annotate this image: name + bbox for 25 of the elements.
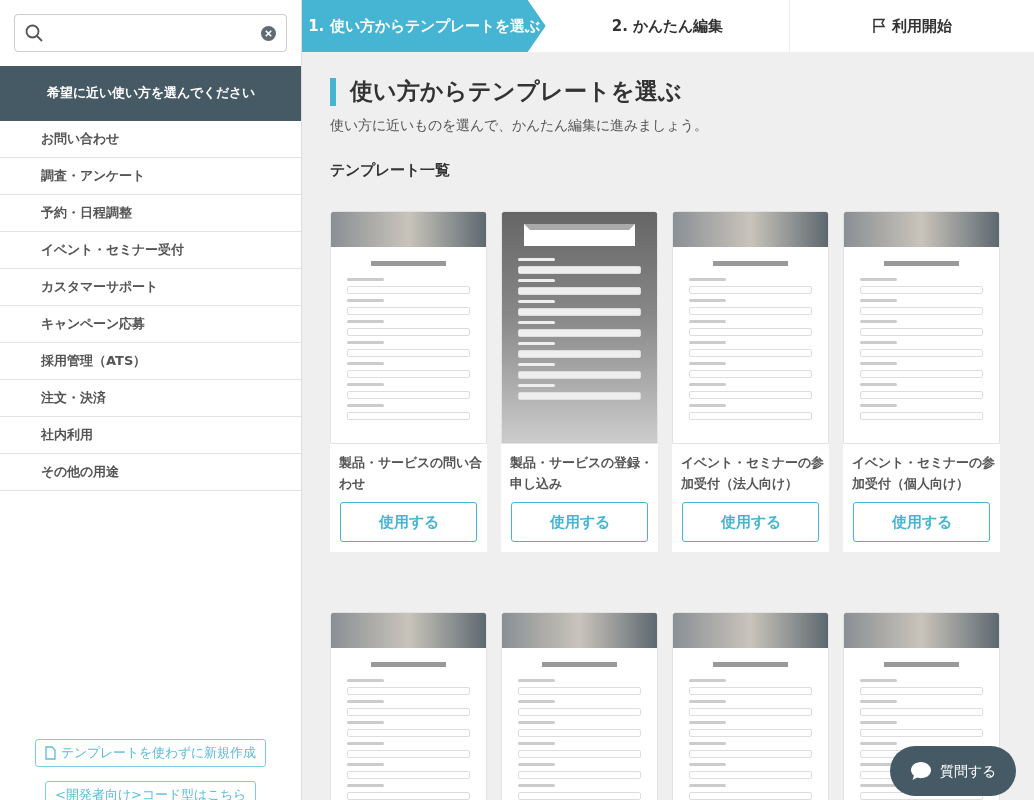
sidebar-item[interactable]: お問い合わせ (0, 121, 301, 158)
sidebar-item[interactable]: 注文・決済 (0, 380, 301, 417)
sidebar-item[interactable]: 調査・アンケート (0, 158, 301, 195)
template-name: イベント・セミナーの参加受付（個人向け） (851, 453, 996, 493)
sidebar-item[interactable]: その他の用途 (0, 454, 301, 491)
template-name: イベント・セミナーの参加受付（法人向け） (680, 453, 825, 493)
sidebar-item[interactable]: 予約・日程調整 (0, 195, 301, 232)
page-title: 使い方からテンプレートを選ぶ (330, 78, 1006, 106)
template-name: 製品・サービスの問い合わせ (338, 453, 483, 493)
search-field[interactable] (14, 14, 287, 52)
sidebar-item[interactable]: 採用管理（ATS） (0, 343, 301, 380)
sidebar-item[interactable]: カスタマーサポート (0, 269, 301, 306)
sidebar-item[interactable]: イベント・セミナー受付 (0, 232, 301, 269)
page-subtitle: 使い方に近いものを選んで、かんたん編集に進みましょう。 (330, 115, 709, 135)
chat-button[interactable]: 質問する (890, 746, 1016, 796)
sidebar-item[interactable]: キャンペーン応募 (0, 306, 301, 343)
template-name: 製品・サービスの登録・申し込み (509, 453, 654, 493)
speech-bubble-icon (910, 761, 932, 781)
sidebar-item[interactable]: 社内利用 (0, 417, 301, 454)
document-icon (45, 745, 56, 760)
flag-icon (872, 18, 887, 34)
sidebar-header: 希望に近い使い方を選んでください (0, 66, 301, 121)
section-title: テンプレート一覧 (330, 160, 451, 179)
search-icon (25, 24, 43, 42)
clear-icon[interactable] (261, 25, 276, 41)
